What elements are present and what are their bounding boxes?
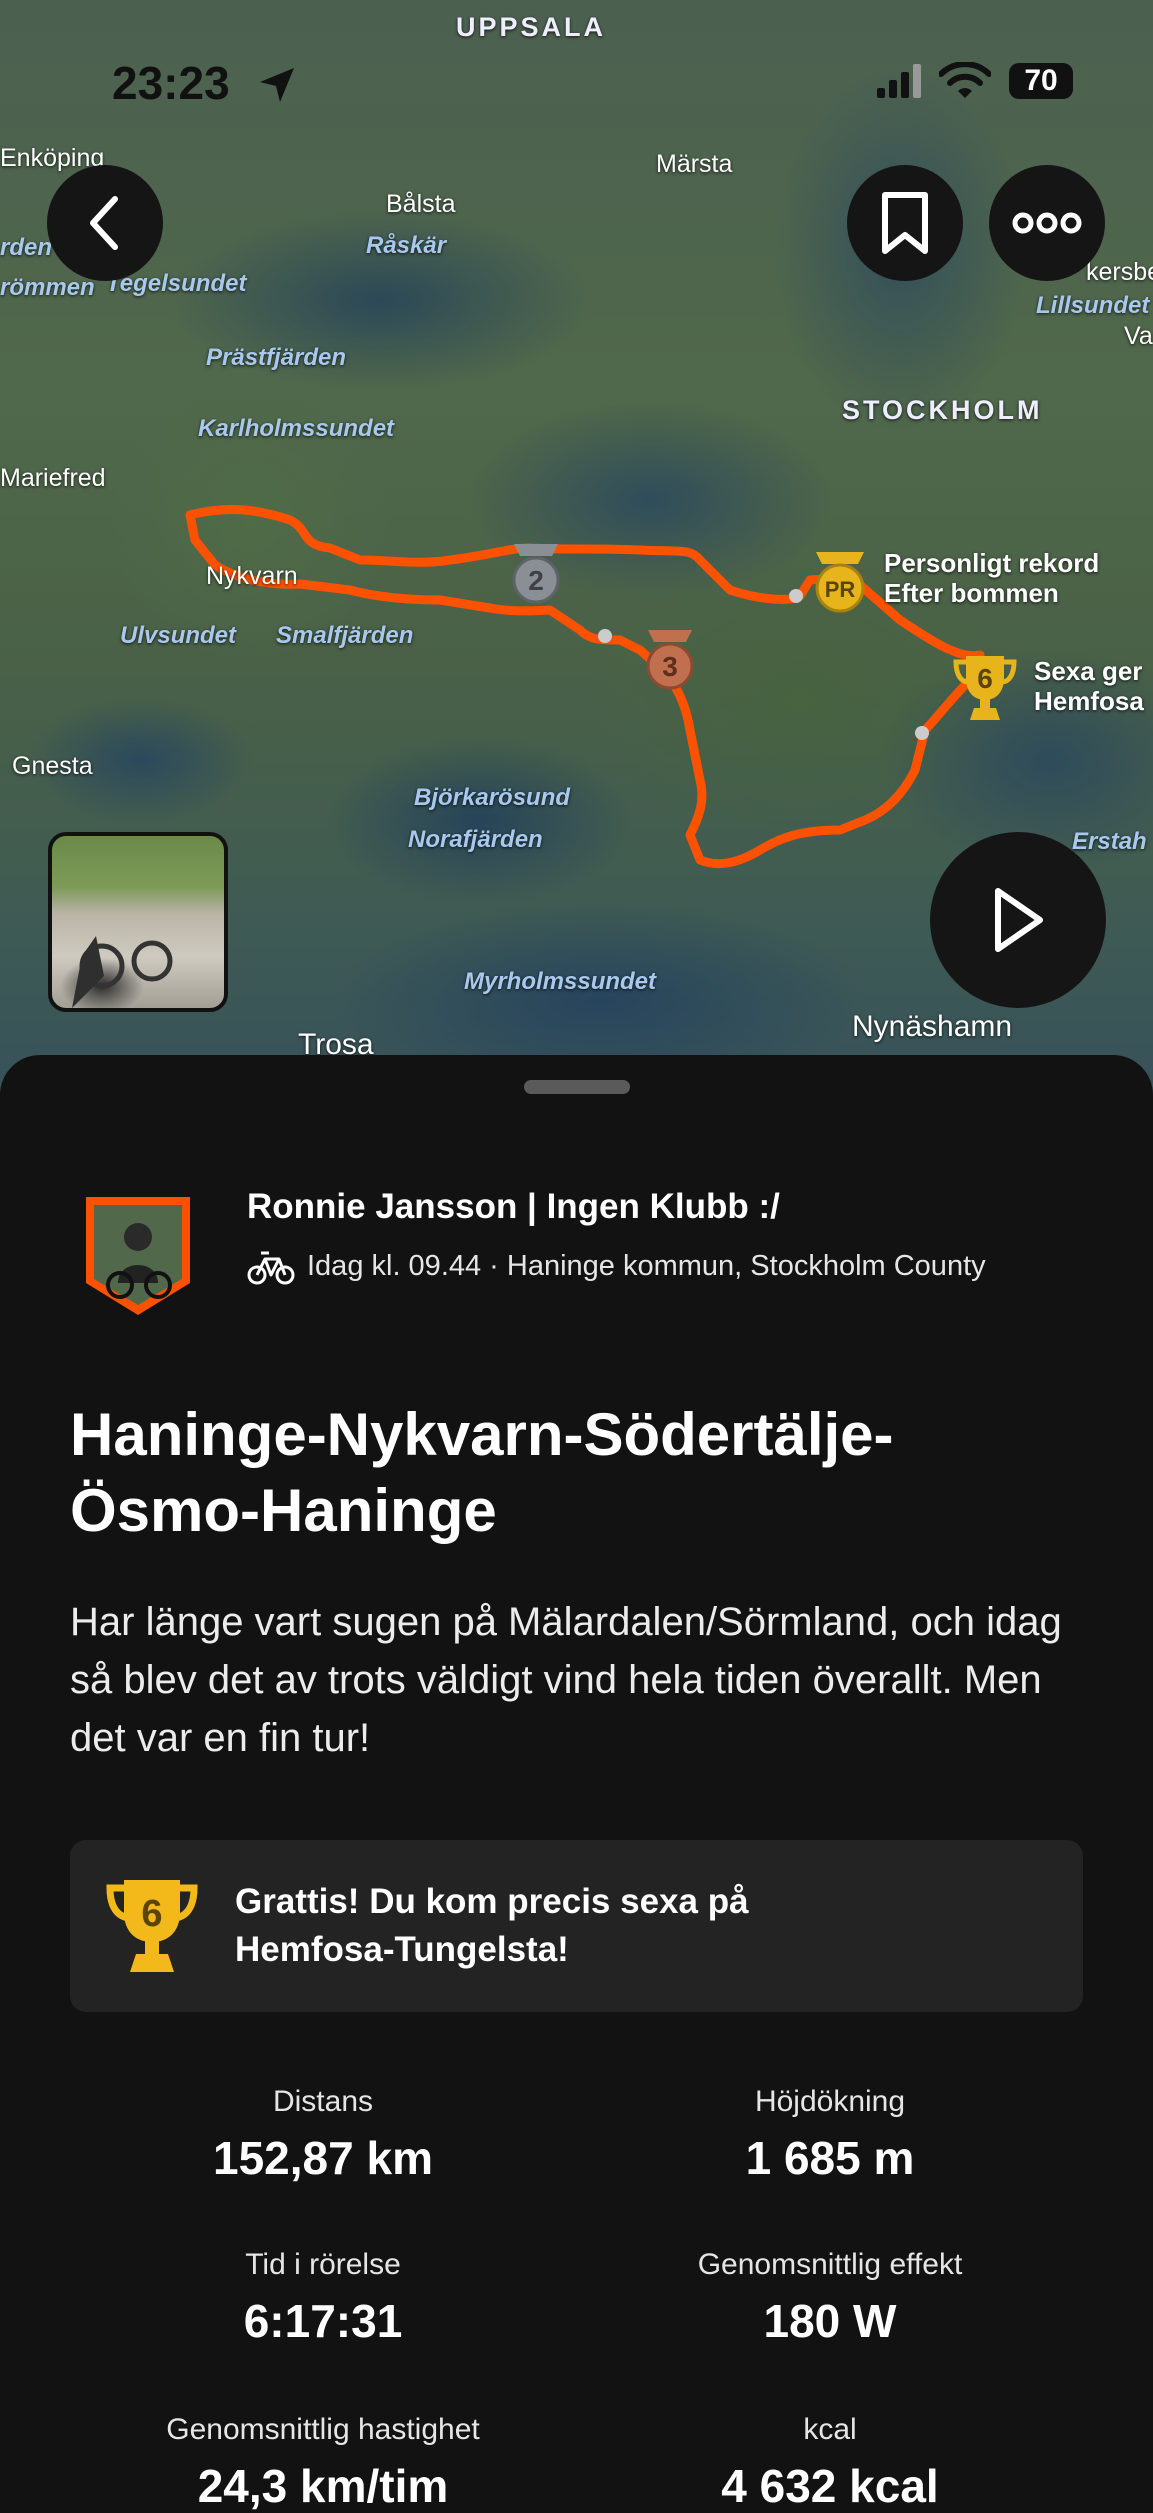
- stat-avg-speed: Genomsnittlig hastighet 24,3 km/tim: [53, 2413, 593, 2513]
- map-label-marsta: Märsta: [656, 150, 733, 178]
- stat-avg-speed-label: Genomsnittlig hastighet: [166, 2413, 480, 2446]
- stat-calories-value: 4 632 kcal: [721, 2460, 939, 2512]
- map-label-ulvsundet: Ulvsundet: [120, 622, 237, 649]
- segment-label-pr-line2: Efter bommen: [884, 578, 1059, 608]
- route-waypoint: [789, 589, 803, 603]
- stat-moving-time-label: Tid i rörelse: [245, 2248, 401, 2281]
- back-button[interactable]: [47, 165, 163, 281]
- map-label-balsta: Bålsta: [386, 190, 456, 218]
- stat-avg-power-value: 180 W: [763, 2295, 897, 2347]
- map-label-stockholm: STOCKHOLM: [842, 395, 1043, 425]
- map-label-va: Va: [1124, 322, 1153, 350]
- bookmark-icon: [882, 192, 928, 254]
- map-label-norafjarden: Norafjärden: [408, 826, 543, 853]
- map-label-nykvarn: Nykvarn: [206, 562, 298, 590]
- segment-pr-medal-icon[interactable]: PR: [810, 548, 870, 619]
- play-flyover-button[interactable]: [930, 832, 1106, 1008]
- map-label-lillsundet: Lillsundet: [1036, 292, 1150, 319]
- map-label-mariefred: Mariefred: [0, 464, 106, 492]
- activity-photo-thumbnail[interactable]: [48, 832, 228, 1012]
- map-label-myrholmssundet: Myrholmssundet: [464, 968, 657, 995]
- route-waypoint: [915, 726, 929, 740]
- bike-shadow-image: [72, 936, 173, 1008]
- location-arrow-icon: [260, 68, 294, 102]
- segment-label-sixth-line1: Sexa ger: [1034, 656, 1143, 686]
- map-label-prastfjarden: Prästfjärden: [206, 344, 347, 371]
- activity-meta: Idag kl. 09.44 · Haninge kommun, Stockho…: [247, 1247, 986, 1285]
- segment-medal-3-icon[interactable]: 3: [642, 626, 698, 697]
- svg-text:2: 2: [528, 565, 544, 596]
- cellular-signal-icon: [877, 64, 921, 98]
- chevron-left-icon: [90, 196, 118, 250]
- stat-avg-power-label: Genomsnittlig effekt: [697, 2248, 963, 2281]
- segment-label-pr[interactable]: Personligt rekord Efter bommen: [884, 548, 1099, 608]
- map-label-uppsala: UPPSALA: [456, 12, 607, 42]
- more-dots-icon: [1012, 212, 1082, 234]
- status-icons: 70: [875, 62, 1073, 100]
- segment-label-sixth[interactable]: Sexa ger Hemfosa: [1034, 656, 1144, 716]
- stat-distance-label: Distans: [272, 2085, 374, 2118]
- map-label-nynashamn: Nynäshamn: [852, 1010, 1013, 1043]
- wifi-icon: [939, 62, 991, 98]
- route-waypoint: [598, 629, 612, 643]
- status-time: 23:23: [112, 57, 230, 109]
- map-label-erstah: Erstah: [1072, 828, 1147, 855]
- map-label-bjorkarosund: Björkarösund: [414, 784, 571, 811]
- stat-elevation-value: 1 685 m: [745, 2132, 915, 2184]
- stat-moving-time-value: 6:17:31: [243, 2295, 403, 2347]
- map-label-arden: rden: [0, 234, 53, 261]
- segment-achievement-card[interactable]: 6 Grattis! Du kom precis sexa på Hemfosa…: [70, 1840, 1083, 2012]
- map-label-karlholmssundet: Karlholmssundet: [198, 415, 395, 442]
- battery-indicator: 70: [1009, 63, 1073, 99]
- segment-medal-2-icon[interactable]: 2: [508, 540, 564, 611]
- segment-label-sixth-line2: Hemfosa: [1034, 686, 1144, 716]
- map-label-smalfjarden: Smalfjärden: [276, 622, 414, 649]
- bike-icon: [247, 1251, 295, 1285]
- stat-distance-value: 152,87 km: [213, 2132, 433, 2184]
- activity-meta-text: Idag kl. 09.44 · Haninge kommun, Stockho…: [307, 1249, 986, 1282]
- stat-avg-speed-value: 24,3 km/tim: [197, 2460, 449, 2512]
- stat-calories-label: kcal: [803, 2413, 857, 2446]
- trophy-icon: 6: [106, 1880, 198, 1972]
- achievement-text: Grattis! Du kom precis sexa på Hemfosa-T…: [235, 1882, 749, 1969]
- stat-elevation-gain: Höjdökning 1 685 m: [560, 2085, 1100, 2185]
- bookmark-button[interactable]: [847, 165, 963, 281]
- map-label-raskar: Råskär: [366, 232, 447, 259]
- map-label-gnesta: Gnesta: [12, 752, 93, 780]
- segment-label-pr-line1: Personligt rekord: [884, 548, 1100, 578]
- athlete-name[interactable]: Ronnie Jansson | Ingen Klubb :/: [247, 1187, 780, 1227]
- athlete-avatar[interactable]: [82, 1193, 194, 1317]
- sheet-drag-handle[interactable]: [524, 1080, 630, 1094]
- stat-avg-power: Genomsnittlig effekt 180 W: [560, 2248, 1100, 2348]
- stat-elevation-label: Höjdökning: [754, 2085, 906, 2118]
- svg-text:6: 6: [977, 663, 993, 694]
- svg-text:6: 6: [141, 1893, 162, 1935]
- activity-details-sheet[interactable]: Ronnie Jansson | Ingen Klubb :/ Idag kl.…: [0, 1055, 1153, 2512]
- route-map[interactable]: UPPSALA Enköping Märsta Bålsta Råskär rd…: [0, 0, 1153, 1100]
- play-icon: [995, 888, 1043, 952]
- activity-description: Har länge vart sugen på Mälardalen/Sörml…: [70, 1600, 1062, 1760]
- stat-calories: kcal 4 632 kcal: [560, 2413, 1100, 2513]
- stat-moving-time: Tid i rörelse 6:17:31: [53, 2248, 593, 2348]
- map-label-kersbe: kersbe: [1086, 258, 1153, 286]
- svg-text:3: 3: [662, 651, 678, 682]
- map-label-rommen: römmen: [0, 274, 95, 301]
- stat-distance: Distans 152,87 km: [53, 2085, 593, 2185]
- segment-trophy-6-icon[interactable]: 6: [952, 652, 1018, 727]
- activity-title: Haninge-Nykvarn-Södertälje-Ösmo-Haninge: [70, 1401, 894, 1544]
- svg-text:PR: PR: [825, 577, 856, 602]
- more-options-button[interactable]: [989, 165, 1105, 281]
